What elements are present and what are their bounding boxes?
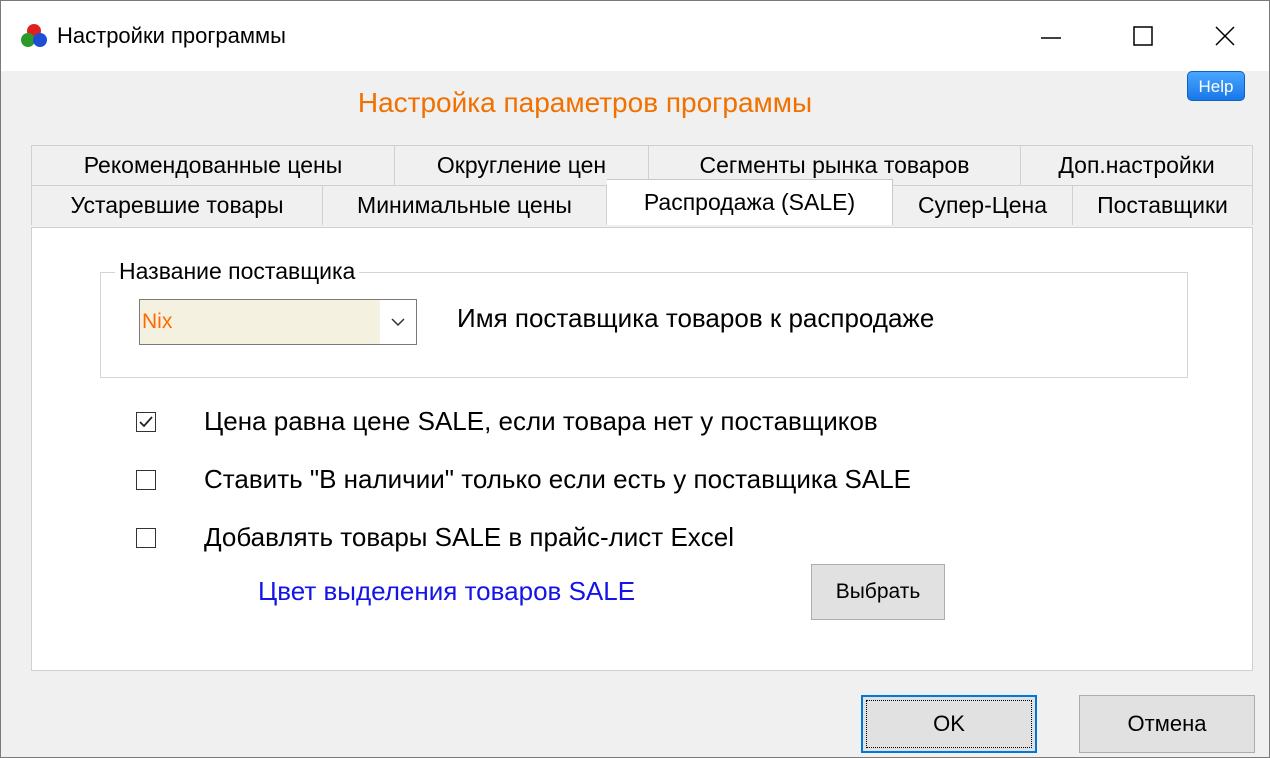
tab-min-prices[interactable]: Минимальные цены — [323, 185, 607, 225]
tab-panel-sale: Название поставщика Nix Имя поставщика т… — [31, 227, 1253, 671]
option-row-sale-price[interactable]: Цена равна цене SALE, если товара нет у … — [136, 406, 878, 437]
title-bar: Настройки программы — [1, 1, 1269, 71]
tab-extra-settings[interactable]: Доп.настройки — [1021, 145, 1253, 185]
option-label: Добавлять товары SALE в прайс-лист Excel — [204, 522, 735, 552]
tab-outdated-goods[interactable]: Устаревшие товары — [31, 185, 323, 225]
settings-window: Настройки программы Help Настройка парам… — [0, 0, 1270, 758]
supplier-group-label: Название поставщика — [115, 257, 360, 285]
minimize-button[interactable] — [1005, 1, 1097, 71]
option-label: Цена равна цене SALE, если товара нет у … — [204, 406, 878, 436]
close-button[interactable] — [1181, 1, 1269, 71]
app-logo-icon — [21, 24, 47, 47]
checkbox-add-excel[interactable] — [136, 527, 156, 548]
tab-row-2: Устаревшие товары Минимальные цены Распр… — [31, 179, 1253, 225]
tab-suppliers[interactable]: Поставщики — [1073, 185, 1253, 225]
tab-super-price[interactable]: Супер-Цена — [893, 185, 1073, 225]
maximize-button[interactable] — [1097, 1, 1189, 71]
tab-sale[interactable]: Распродажа (SALE) — [607, 179, 893, 225]
page-title: Настройка параметров программы — [357, 87, 813, 118]
ok-button[interactable]: OK — [861, 695, 1037, 753]
checkbox-in-stock[interactable] — [136, 469, 156, 490]
supplier-groupbox: Название поставщика Nix Имя поставщика т… — [100, 257, 1188, 378]
maximize-icon — [1133, 26, 1153, 46]
supplier-combo-value: Nix — [142, 310, 173, 333]
highlight-color-label: Цвет выделения товаров SALE — [258, 576, 636, 606]
tab-recommended-prices[interactable]: Рекомендованные цены — [31, 145, 395, 185]
option-row-in-stock[interactable]: Ставить "В наличии" только если есть у п… — [136, 464, 911, 495]
checkbox-sale-price[interactable] — [136, 411, 156, 432]
focus-ring — [866, 700, 1032, 748]
minimize-icon — [1041, 37, 1061, 39]
choose-color-button[interactable]: Выбрать — [811, 564, 945, 620]
option-label: Ставить "В наличии" только если есть у п… — [204, 464, 911, 494]
cancel-button[interactable]: Отмена — [1079, 695, 1255, 753]
window-title: Настройки программы — [57, 23, 286, 48]
checkmark-icon — [139, 415, 153, 427]
chevron-down-icon[interactable] — [380, 300, 416, 344]
supplier-description: Имя поставщика товаров к распродаже — [457, 303, 935, 333]
help-button[interactable]: Help — [1187, 71, 1245, 101]
supplier-combobox[interactable]: Nix — [139, 299, 417, 345]
option-row-add-excel[interactable]: Добавлять товары SALE в прайс-лист Excel — [136, 522, 734, 553]
close-icon — [1215, 26, 1235, 46]
